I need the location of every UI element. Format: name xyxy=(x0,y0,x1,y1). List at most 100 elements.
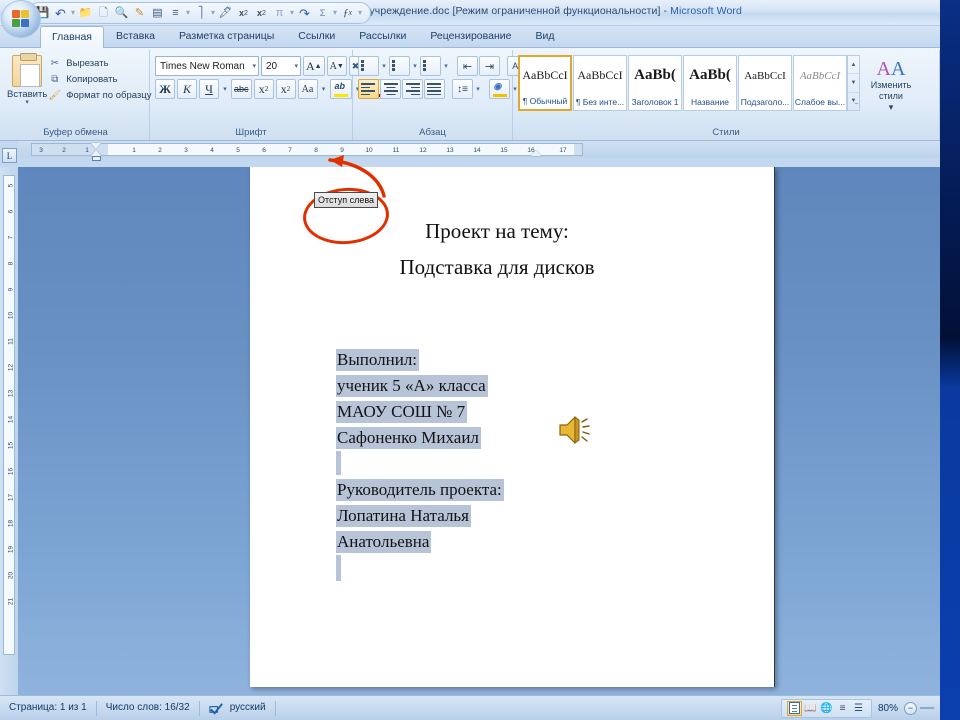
superscript-icon[interactable]: x2 xyxy=(253,4,270,22)
format-painter-button[interactable]: 🖌 Формат по образцу xyxy=(47,88,151,102)
tab-page-layout[interactable]: Разметка страницы xyxy=(167,25,286,47)
quick-access-toolbar[interactable]: 💾 ↶ ▾ 📁 🗋 🔍 ✎ ▤ ≡ ▾ ⎤ ▾ 🖋 x2 x2 π ▾ ↷ Σ … xyxy=(28,2,371,24)
paste-button[interactable]: Вставить ▾ xyxy=(7,53,47,106)
change-case-dropdown-icon[interactable]: ▾ xyxy=(320,85,328,93)
style-heading1[interactable]: AaBb( Заголовок 1 xyxy=(628,55,682,111)
cut-button[interactable]: ✂ Вырезать xyxy=(47,56,151,70)
tab-insert[interactable]: Вставка xyxy=(104,25,167,47)
increase-indent-button[interactable]: ⇥ xyxy=(479,56,500,76)
font-name-dropdown-icon[interactable]: ▾ xyxy=(248,62,256,70)
view-web-layout-button[interactable]: 🌐 xyxy=(819,701,834,716)
bullets-button[interactable] xyxy=(358,56,379,76)
undo-icon[interactable]: ↶ xyxy=(52,4,69,22)
tab-review[interactable]: Рецензирование xyxy=(418,25,523,47)
zoom-slider[interactable]: − xyxy=(904,702,940,715)
autosum-icon[interactable]: Σ xyxy=(314,4,331,22)
style-title[interactable]: AaBb( Название xyxy=(683,55,737,111)
style-normal[interactable]: AaBbCcI ¶ Обычный xyxy=(518,55,572,111)
view-print-layout-button[interactable] xyxy=(787,701,802,716)
decrease-indent-button[interactable]: ⇤ xyxy=(457,56,478,76)
edit-icon[interactable]: ✎ xyxy=(131,4,148,22)
view-draft-button[interactable]: ☰ xyxy=(851,701,866,716)
document-body[interactable]: Выполнил: ученик 5 «А» класса МАОУ СОШ №… xyxy=(336,347,504,555)
document-canvas[interactable]: Проект на тему: Подставка для дисков Вып… xyxy=(18,167,940,695)
bullets-dropdown-icon[interactable]: ▾ xyxy=(380,62,388,70)
document-page[interactable]: Проект на тему: Подставка для дисков Вып… xyxy=(250,167,775,687)
tab-mailings[interactable]: Рассылки xyxy=(347,25,418,47)
superscript-button[interactable]: x2 xyxy=(276,79,296,99)
numbering-dropdown-icon[interactable]: ▾ xyxy=(411,62,419,70)
pi-dropdown-icon[interactable]: ▾ xyxy=(289,4,295,22)
styles-scroll-up-icon[interactable]: ▲ xyxy=(848,56,859,74)
styles-scroll-down-icon[interactable]: ▼ xyxy=(848,74,859,92)
open-icon[interactable]: 📁 xyxy=(77,4,94,22)
tab-references[interactable]: Ссылки xyxy=(286,25,347,47)
strikethrough-button[interactable]: abc xyxy=(231,79,252,99)
view-outline-button[interactable]: ≡ xyxy=(835,701,850,716)
function-icon[interactable]: ƒx xyxy=(339,4,356,22)
vertical-ruler[interactable]: 5 6 7 8 9 10 11 12 13 14 15 16 17 18 19 … xyxy=(0,167,18,695)
office-button[interactable] xyxy=(1,0,41,38)
zoom-out-button[interactable]: − xyxy=(904,702,917,715)
status-word-count[interactable]: Число слов: 16/32 xyxy=(97,699,199,717)
multilevel-dropdown-icon[interactable]: ▾ xyxy=(442,62,450,70)
numbering-button[interactable] xyxy=(389,56,410,76)
grow-font-button[interactable]: A▲ xyxy=(303,56,325,76)
italic-button[interactable]: К xyxy=(177,79,197,99)
zoom-slider-track[interactable] xyxy=(920,707,934,709)
change-styles-dropdown-icon[interactable]: ▾ xyxy=(889,102,894,113)
tab-stop-selector[interactable]: L xyxy=(2,148,17,163)
zoom-level[interactable]: 80% xyxy=(872,703,904,714)
columns-icon[interactable]: ≡ xyxy=(167,4,184,22)
justify-button[interactable] xyxy=(424,79,445,99)
font-size-combo[interactable]: 20 ▾ xyxy=(261,56,301,76)
subscript-button[interactable]: x2 xyxy=(254,79,274,99)
chart-icon[interactable]: ⎤ xyxy=(192,4,209,22)
customize-qat-icon[interactable]: ▾ xyxy=(357,4,363,22)
undo-dropdown-icon[interactable]: ▾ xyxy=(70,4,76,22)
right-indent-marker[interactable] xyxy=(531,150,541,156)
bold-button[interactable]: Ж xyxy=(155,79,175,99)
align-center-button[interactable] xyxy=(380,79,401,99)
font-name-combo[interactable]: Times New Roman ▾ xyxy=(155,56,259,76)
tab-view[interactable]: Вид xyxy=(523,25,566,47)
style-no-spacing[interactable]: AaBbCcI ¶ Без инте... xyxy=(573,55,627,111)
shrink-font-button[interactable]: A▼ xyxy=(327,56,347,76)
text-highlight-button[interactable]: ab xyxy=(330,79,352,99)
status-page[interactable]: Страница: 1 из 1 xyxy=(0,699,96,717)
horizontal-ruler[interactable]: 3 2 1 1 2 3 4 5 6 7 8 9 10 11 12 13 14 1… xyxy=(18,141,940,158)
style-subtle-emphasis[interactable]: AaBbCcI Слабое вы... xyxy=(793,55,847,111)
copy-button[interactable]: ⧉ Копировать xyxy=(47,72,151,86)
hanging-indent-marker[interactable] xyxy=(91,150,101,156)
redo-icon[interactable]: ↷ xyxy=(296,4,313,22)
styles-more-icon[interactable]: ▼̲ xyxy=(848,93,859,110)
align-right-button[interactable] xyxy=(402,79,423,99)
multilevel-list-button[interactable] xyxy=(420,56,441,76)
style-subtitle[interactable]: AaBbCcI Подзаголо... xyxy=(738,55,792,111)
autosum-dropdown-icon[interactable]: ▾ xyxy=(332,4,338,22)
underline-dropdown-icon[interactable]: ▾ xyxy=(221,85,229,93)
first-line-indent-marker[interactable] xyxy=(91,143,101,149)
change-case-button[interactable]: Aa xyxy=(298,79,318,99)
shading-button[interactable]: ◉ xyxy=(489,79,510,99)
line-spacing-button[interactable]: ↕≡ xyxy=(452,79,473,99)
note-icon[interactable]: 🖋 xyxy=(217,4,234,22)
align-left-button[interactable] xyxy=(358,79,379,99)
status-language-group[interactable]: русский xyxy=(200,699,275,717)
columns-dropdown-icon[interactable]: ▾ xyxy=(185,4,191,22)
paste-dropdown-icon[interactable]: ▾ xyxy=(25,100,29,106)
pi-icon[interactable]: π xyxy=(271,4,288,22)
new-document-icon[interactable]: 🗋 xyxy=(95,4,112,22)
view-full-screen-reading-button[interactable]: 📖 xyxy=(803,701,818,716)
chart-dropdown-icon[interactable]: ▾ xyxy=(210,4,216,22)
line-spacing-dropdown-icon[interactable]: ▾ xyxy=(474,85,482,93)
left-indent-marker[interactable] xyxy=(92,156,101,161)
print-preview-icon[interactable]: 🔍 xyxy=(113,4,130,22)
subscript-icon[interactable]: x2 xyxy=(235,4,252,22)
tab-home[interactable]: Главная xyxy=(40,26,104,48)
change-styles-button[interactable]: AA Изменить стили ▾ xyxy=(864,55,918,113)
underline-button[interactable]: Ч xyxy=(199,79,219,99)
font-size-dropdown-icon[interactable]: ▾ xyxy=(290,62,298,70)
styles-gallery-scroll[interactable]: ▲ ▼ ▼̲ xyxy=(847,55,860,111)
table-icon[interactable]: ▤ xyxy=(149,4,166,22)
